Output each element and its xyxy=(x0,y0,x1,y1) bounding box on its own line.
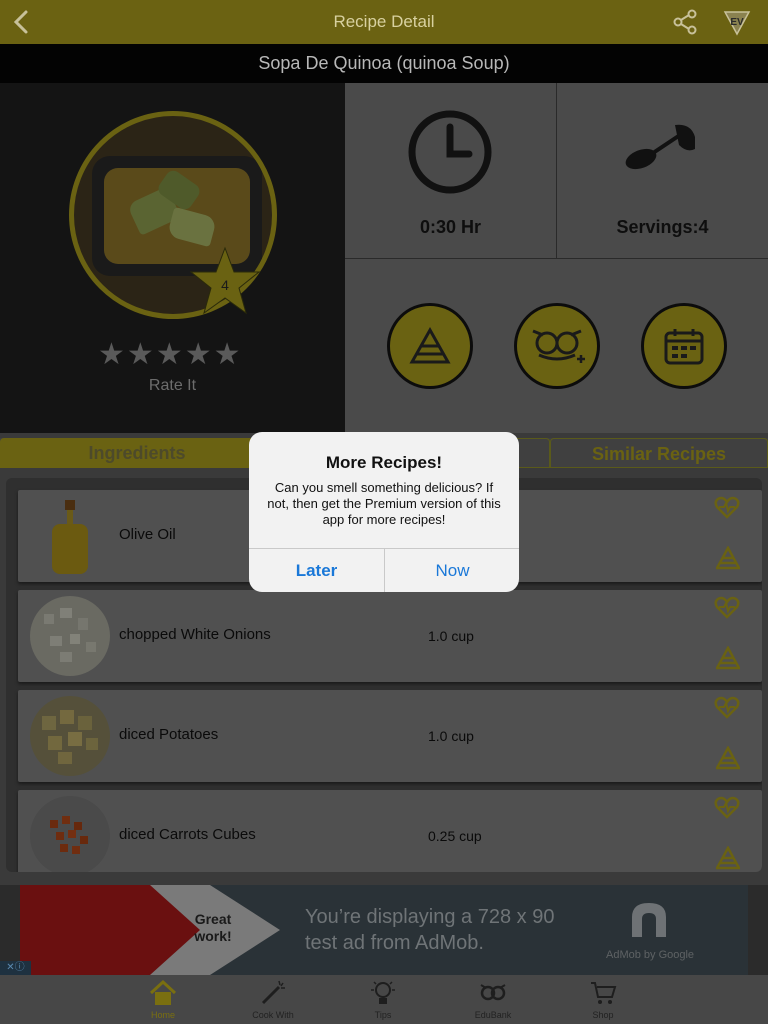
list-item[interactable]: chopped White Onions 1.0 cup xyxy=(18,590,762,682)
pyramid-icon[interactable] xyxy=(716,746,740,770)
star-icon[interactable]: ★ xyxy=(185,340,212,370)
tab-ingredients[interactable]: Ingredients xyxy=(0,438,274,468)
ingredient-image xyxy=(30,796,110,872)
ingredient-quantity: 0.25 cup xyxy=(428,828,482,844)
heart-health-icon[interactable] xyxy=(714,494,740,520)
pyramid-icon[interactable] xyxy=(716,846,740,870)
top-nav-bar: Recipe Detail EV xyxy=(0,0,768,44)
admob-logo-icon xyxy=(632,903,666,937)
pyramid-icon[interactable] xyxy=(716,646,740,670)
ad-attribution: AdMob by Google xyxy=(606,949,695,961)
ingredient-name: chopped White Onions xyxy=(119,626,271,643)
list-item[interactable]: diced Carrots Cubes 0.25 cup xyxy=(18,790,762,872)
now-button[interactable]: Now xyxy=(385,549,519,592)
tab-home-label: Home xyxy=(150,1010,175,1020)
pyramid-icon xyxy=(409,326,451,364)
calendar-icon xyxy=(664,329,704,365)
servings: Servings:4 xyxy=(616,217,709,237)
star-icon[interactable]: ★ xyxy=(156,340,183,370)
star-icon[interactable]: ★ xyxy=(127,340,154,370)
tab-edubank[interactable]: EduBank xyxy=(438,975,548,1024)
ad-message: You’re displaying a 728 x 90 test ad fro… xyxy=(305,904,554,956)
home-icon xyxy=(149,979,177,1005)
carrot-image xyxy=(50,816,88,854)
ingredient-image xyxy=(30,596,110,676)
tab-tips[interactable]: Tips xyxy=(328,975,438,1024)
app-logo-icon[interactable]: EV xyxy=(722,8,752,36)
ad-line-2: test ad from AdMob. xyxy=(305,932,484,954)
rate-it-label[interactable]: Rate It xyxy=(0,377,345,395)
ingredient-quantity: 1.0 cup xyxy=(428,628,474,644)
serving-spoon-icon xyxy=(625,124,695,170)
ad-banner[interactable]: Great work! You’re displaying a 728 x 90… xyxy=(20,885,748,975)
tab-shop[interactable]: Shop xyxy=(548,975,658,1024)
lightbulb-icon xyxy=(371,981,395,1004)
tab-home[interactable]: Home xyxy=(108,975,218,1024)
tab-edubank-label: EduBank xyxy=(474,1010,512,1020)
difficulty-badge-text: 4 xyxy=(221,277,229,293)
ingredient-image xyxy=(30,696,110,776)
tab-tips-label: Tips xyxy=(374,1010,392,1020)
ingredient-name: Olive Oil xyxy=(119,526,176,543)
dialog-title: More Recipes! xyxy=(325,453,443,472)
ingredient-name: diced Carrots Cubes xyxy=(119,826,256,843)
heart-health-icon[interactable] xyxy=(714,794,740,820)
meal-plan-button[interactable] xyxy=(641,303,727,389)
rating-stars[interactable]: ★ ★ ★ ★ ★ xyxy=(98,340,248,370)
clock-icon xyxy=(408,110,492,194)
svg-text:EV: EV xyxy=(730,17,744,28)
potato-image xyxy=(42,710,98,764)
ad-badge-text: Great work! xyxy=(194,911,232,944)
nav-title: Recipe Detail xyxy=(333,12,435,31)
more-recipes-dialog: More Recipes! Can you smell something de… xyxy=(249,432,519,592)
owl-glasses-icon xyxy=(480,984,506,1001)
shopping-cart-icon xyxy=(591,982,617,1004)
heart-health-icon[interactable] xyxy=(714,594,740,620)
recipe-photo-panel: 4 ★ ★ ★ ★ ★ Rate It xyxy=(0,83,345,433)
tab-shop-label: Shop xyxy=(592,1010,614,1020)
ad-choices-icon[interactable]: ✕ⓘ xyxy=(0,961,31,975)
owl-plus-icon xyxy=(532,329,585,363)
cook-time: 0:30 Hr xyxy=(419,217,482,237)
ad-margin xyxy=(748,885,768,975)
pyramid-icon[interactable] xyxy=(716,546,740,570)
olive-oil-bottle-image xyxy=(52,500,88,574)
later-button[interactable]: Later xyxy=(249,549,384,592)
ingredient-quantity: 1.0 cup xyxy=(428,728,474,744)
heart-health-icon[interactable] xyxy=(714,694,740,720)
ingredient-name: diced Potatoes xyxy=(119,726,219,743)
share-icon[interactable] xyxy=(672,8,698,36)
tab-similar-recipes[interactable]: Similar Recipes xyxy=(550,438,768,468)
tab-cook-with[interactable]: Cook With xyxy=(218,975,328,1024)
difficulty-star-icon: 4 xyxy=(190,246,260,315)
star-icon[interactable]: ★ xyxy=(214,340,241,370)
divider xyxy=(345,258,768,259)
recipe-title: Sopa De Quinoa (quinoa Soup) xyxy=(0,44,768,83)
bottom-tab-bar: Home Cook With Tips EduBank Shop xyxy=(0,975,768,1024)
ingredient-image xyxy=(30,496,110,576)
onion-image xyxy=(44,608,96,662)
magic-wand-icon xyxy=(261,980,285,1005)
add-to-cookbook-button[interactable] xyxy=(514,303,600,389)
nutrition-pyramid-button[interactable] xyxy=(387,303,473,389)
recipe-info-panel: 0:30 Hr Servings:4 xyxy=(345,83,768,433)
star-icon[interactable]: ★ xyxy=(98,340,125,370)
dialog-message: Can you smell something delicious? If no… xyxy=(267,480,501,527)
tab-cook-with-label: Cook With xyxy=(252,1010,294,1020)
list-item[interactable]: diced Potatoes 1.0 cup xyxy=(18,690,762,782)
ad-line-1: You’re displaying a 728 x 90 xyxy=(305,906,555,928)
